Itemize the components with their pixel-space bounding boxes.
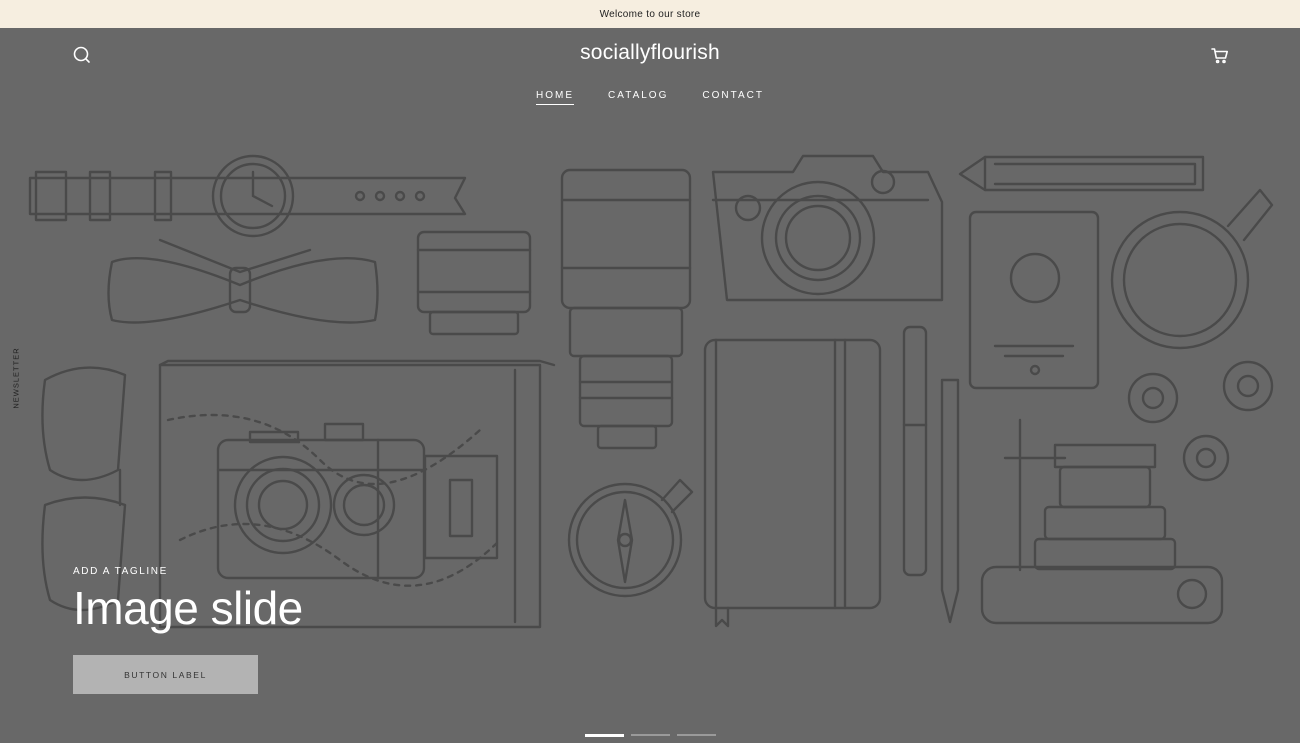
cart-icon[interactable] — [1209, 44, 1231, 66]
slide-dot-3[interactable] — [677, 734, 716, 736]
slideshow-pagination — [585, 734, 716, 737]
nav-contact[interactable]: CONTACT — [702, 90, 764, 105]
slide-tagline: ADD A TAGLINE — [73, 566, 168, 577]
site-header: sociallyflourish HOME CATALOG CONTACT — [0, 28, 1300, 118]
slide-dot-2[interactable] — [631, 734, 670, 736]
newsletter-tab[interactable]: NEWSLETTER — [12, 347, 21, 408]
main-navigation: HOME CATALOG CONTACT — [0, 90, 1300, 105]
slide-heading: Image slide — [73, 582, 303, 634]
hero-illustration — [28, 154, 1274, 629]
store-logo[interactable]: sociallyflourish — [0, 41, 1300, 65]
slide-dot-1[interactable] — [585, 734, 624, 737]
nav-home[interactable]: HOME — [536, 90, 575, 105]
nav-catalog[interactable]: CATALOG — [608, 90, 668, 105]
slide-cta-button[interactable]: BUTTON LABEL — [73, 655, 258, 694]
announcement-bar: Welcome to our store — [0, 0, 1300, 28]
hero-slideshow — [0, 28, 1300, 743]
slide-content: ADD A TAGLINE Image slide — [73, 566, 303, 631]
announcement-text: Welcome to our store — [599, 8, 701, 20]
